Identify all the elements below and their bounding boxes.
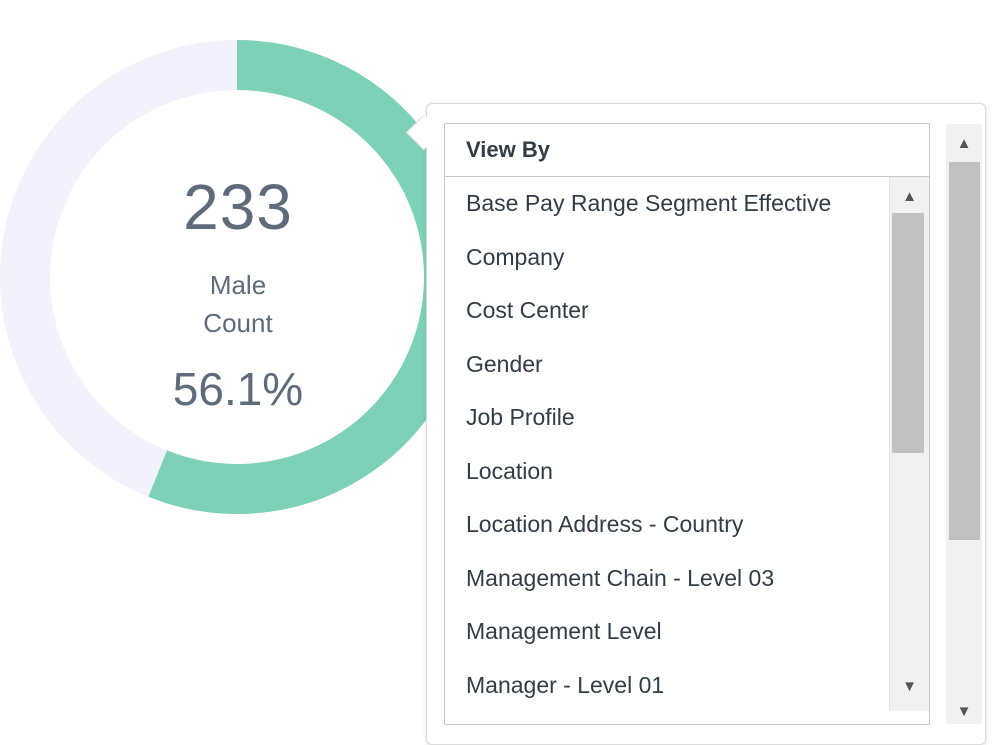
caret-up-icon[interactable]: ▲ [946,132,982,154]
male-percent-value: 56.1% [172,363,304,415]
popup-scrollbar[interactable]: ▲ ▼ [946,124,982,724]
donut-center: 233 Male Count 56.1% [0,40,476,516]
list-item[interactable]: Cost Center [445,284,889,338]
list-item[interactable]: Management Chain - Level 03 [445,552,889,606]
caret-up-icon[interactable]: ▲ [890,185,929,207]
count-label: Count [203,308,273,338]
view-by-listbox[interactable]: View By Base Pay Range Segment Effective… [444,123,930,725]
view-by-options: Base Pay Range Segment Effective Company… [445,177,889,717]
list-item[interactable]: Management Level [445,605,889,659]
list-item[interactable]: Company [445,231,889,285]
list-item[interactable]: Base Pay Range Segment Effective [445,177,889,231]
gender-donut-chart: 233 Male Count 56.1% [0,40,476,516]
caret-down-icon[interactable]: ▼ [946,700,982,722]
list-item[interactable]: Manager - Level 01 [445,659,889,713]
list-scrollbar-thumb[interactable] [892,213,924,453]
caret-down-icon[interactable]: ▼ [890,675,929,697]
list-item[interactable]: Location [445,445,889,499]
list-scrollbar[interactable]: ▲ ▼ [889,177,929,711]
popup-scrollbar-thumb[interactable] [949,162,980,540]
list-item[interactable]: Location Address - Country [445,498,889,552]
list-item[interactable]: Gender [445,338,889,392]
male-count-value: 233 [183,171,293,243]
male-label: Male [209,270,267,300]
view-by-header: View By [445,124,929,177]
list-item[interactable]: Job Profile [445,391,889,445]
